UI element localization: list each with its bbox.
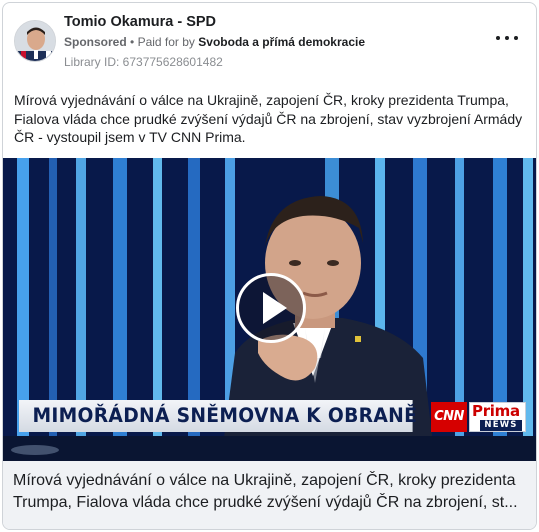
post-caption: Mírová vyjednávání o válce na Ukrajině, … (14, 92, 523, 145)
news-logo-text: NEWS (480, 420, 522, 431)
sponsored-meta: Sponsored • Paid for by Svoboda a přímá … (64, 35, 365, 49)
video-title-line-1: Mírová vyjednávání o válce na Ukrajině, … (13, 472, 516, 489)
prima-news-logo: Prima NEWS (469, 402, 526, 432)
video-player[interactable]: MIMOŘÁDNÁ SNĚMOVNA K OBRANĚ CNN Prima NE… (3, 158, 536, 461)
library-id: Library ID: 673775628601482 (64, 55, 223, 69)
ad-card: Tomio Okamura - SPD Sponsored • Paid for… (2, 2, 537, 530)
video-title-footer[interactable]: Mírová vyjednávání o válce na Ukrajině, … (3, 461, 536, 529)
post-header: Tomio Okamura - SPD Sponsored • Paid for… (3, 3, 536, 83)
payer-name[interactable]: Svoboda a přímá demokracie (198, 35, 365, 49)
page-name[interactable]: Tomio Okamura - SPD (64, 14, 216, 30)
play-icon (263, 292, 287, 324)
video-title-line-2: Trumpa, Fialova vláda chce prudké zvýšen… (13, 494, 518, 511)
more-options-icon[interactable] (496, 31, 518, 45)
sponsored-label: Sponsored (64, 35, 127, 49)
page-avatar[interactable] (14, 20, 56, 62)
cnn-logo: CNN (431, 402, 467, 432)
prima-logo-text: Prima (472, 402, 520, 420)
video-title: Mírová vyjednávání o válce na Ukrajině, … (13, 470, 528, 514)
paid-for-by-label: Paid for by (137, 35, 195, 49)
meta-separator: • (130, 35, 135, 49)
play-button[interactable] (236, 273, 306, 343)
tv-banner: MIMOŘÁDNÁ SNĚMOVNA K OBRANĚ (19, 400, 417, 432)
